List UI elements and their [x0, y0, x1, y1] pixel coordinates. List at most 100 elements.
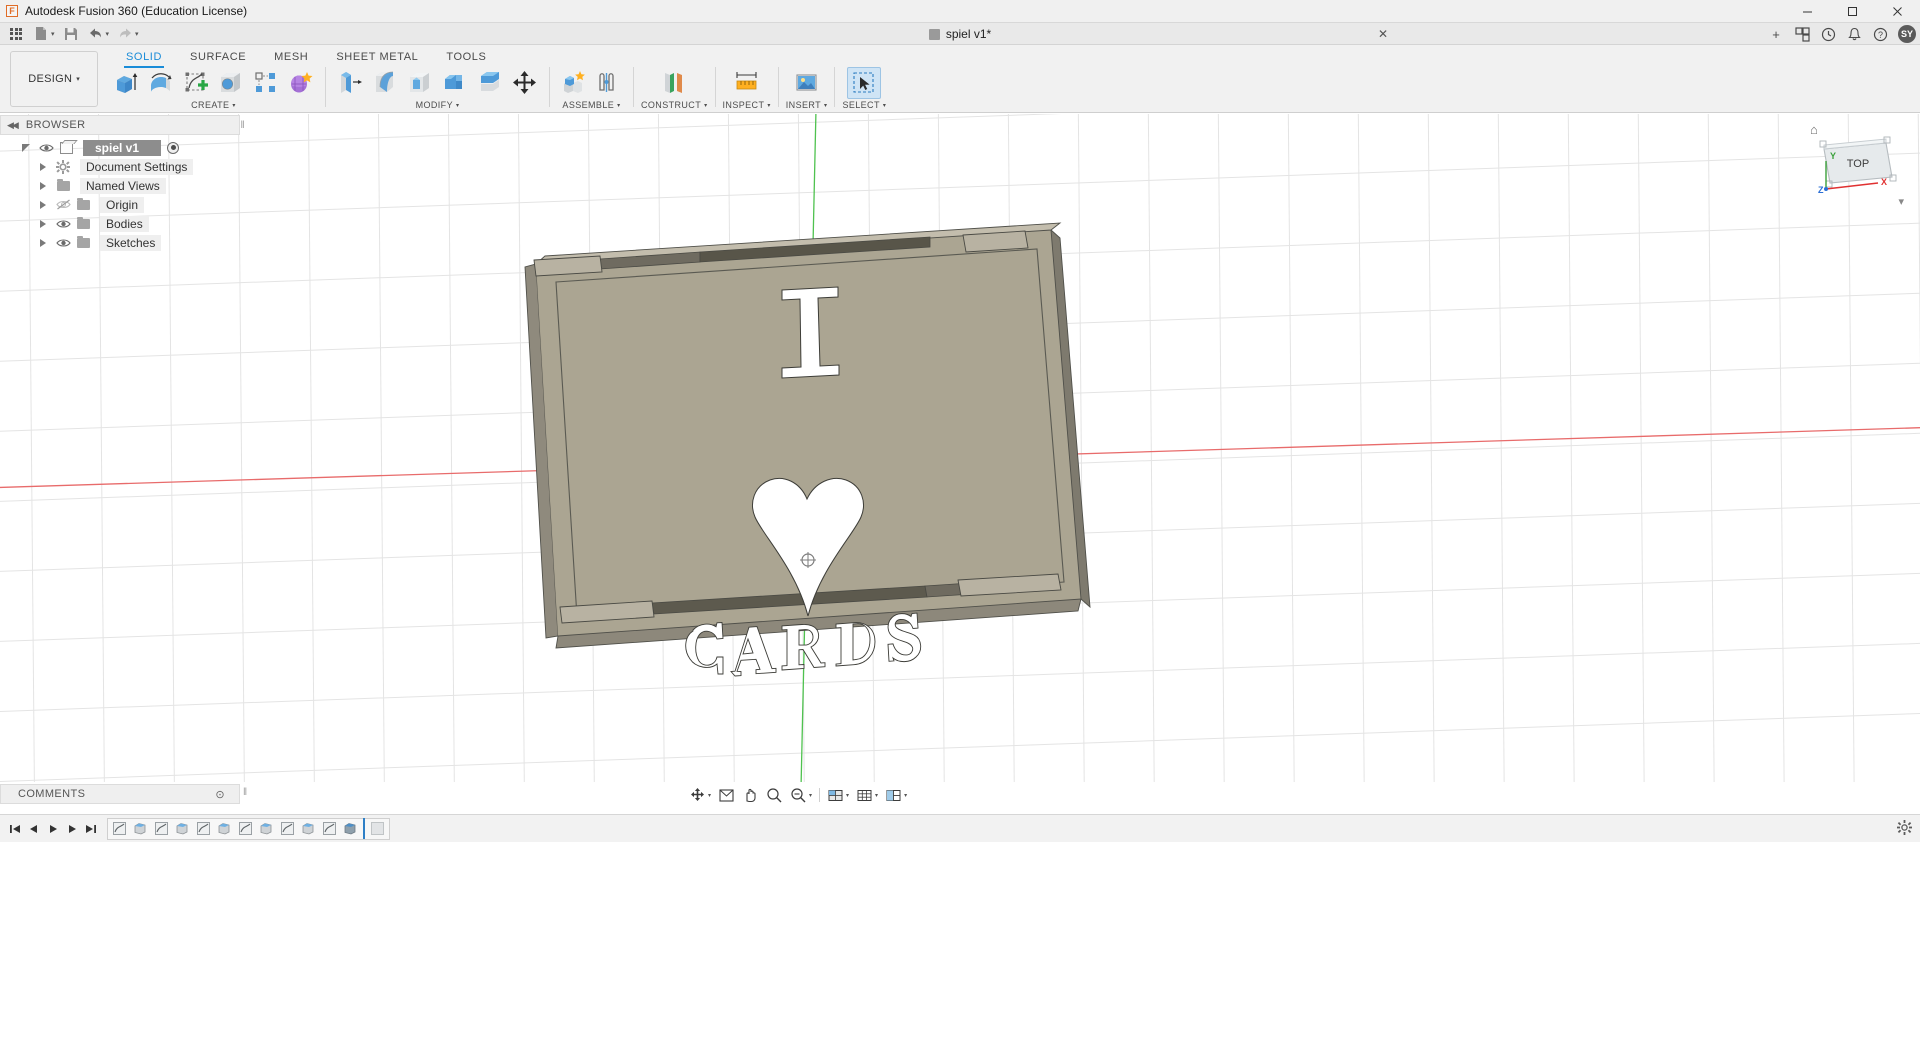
extensions-icon[interactable] — [1790, 24, 1814, 44]
timeline-feature-extrude-5[interactable] — [299, 819, 318, 838]
visibility-eye-off-icon[interactable] — [53, 199, 73, 210]
pan-button[interactable] — [739, 785, 762, 805]
tab-surface[interactable]: SURFACE — [176, 48, 260, 68]
timeline-feature-extrude-1[interactable] — [131, 819, 150, 838]
timeline-feature-track[interactable] — [107, 818, 390, 840]
timeline-play-button[interactable] — [44, 819, 61, 839]
timeline-feature-extrude-2[interactable] — [173, 819, 192, 838]
tree-item-bodies[interactable]: Bodies — [0, 214, 247, 233]
timeline-feature-extrude-4[interactable] — [257, 819, 276, 838]
maximize-button[interactable] — [1830, 0, 1875, 23]
tree-item-root-component[interactable]: spiel v1 — [0, 138, 247, 157]
timeline-feature-extrude-3[interactable] — [215, 819, 234, 838]
ribbon-group-create-label[interactable]: CREATE▾ — [191, 100, 236, 110]
browser-resize-grip[interactable]: ‖ — [240, 120, 245, 131]
new-component-icon[interactable] — [557, 67, 591, 99]
expand-triangle-icon[interactable] — [33, 239, 53, 247]
comments-toggle-icon[interactable]: ⊙ — [215, 788, 225, 801]
timeline-playhead-marker[interactable] — [363, 818, 365, 839]
timeline-feature-extrude-6[interactable] — [341, 819, 360, 838]
view-cube[interactable]: ⌂ TOP Y X Z ▾ — [1808, 119, 1908, 214]
tab-sheet-metal[interactable]: SHEET METAL — [322, 48, 432, 68]
browser-collapse-icon[interactable]: ◀◀ — [7, 120, 17, 131]
activate-component-radio[interactable] — [167, 142, 179, 154]
document-tab[interactable]: spiel v1* — [919, 25, 1001, 43]
move-copy-icon[interactable] — [508, 67, 542, 99]
ribbon-group-inspect-label[interactable]: INSPECT▾ — [723, 100, 771, 110]
timeline-go-to-start-button[interactable] — [6, 819, 23, 839]
expand-triangle-icon[interactable] — [33, 201, 53, 209]
tab-tools[interactable]: TOOLS — [432, 48, 500, 68]
job-status-clock-icon[interactable] — [1816, 24, 1840, 44]
timeline-settings-gear-icon[interactable] — [1897, 820, 1912, 838]
viewports-button[interactable]: ▾ — [882, 785, 910, 805]
minimize-button[interactable] — [1785, 0, 1830, 23]
app-grid-icon[interactable] — [5, 24, 27, 44]
press-pull-icon[interactable] — [333, 67, 367, 99]
visibility-eye-icon[interactable] — [53, 238, 73, 248]
create-sketch-icon[interactable] — [179, 67, 213, 99]
timeline-feature-sketch-6[interactable] — [320, 819, 339, 838]
workspace-switcher-button[interactable]: DESIGN ▾ — [10, 51, 98, 107]
create-form-icon[interactable] — [284, 67, 318, 99]
timeline-end-slot[interactable] — [368, 819, 387, 838]
document-tab-close-icon[interactable]: ✕ — [1378, 27, 1388, 41]
grid-snaps-button[interactable]: ▾ — [853, 785, 881, 805]
timeline-step-back-button[interactable] — [25, 819, 42, 839]
fillet-icon[interactable] — [368, 67, 402, 99]
timeline-feature-sketch-4[interactable] — [236, 819, 255, 838]
view-cube-menu-icon[interactable]: ▾ — [1898, 195, 1904, 208]
combine-icon[interactable] — [438, 67, 472, 99]
viewport-canvas[interactable]: ⌂ TOP Y X Z ▾ — [0, 114, 1920, 782]
notifications-bell-icon[interactable] — [1842, 24, 1866, 44]
tab-solid[interactable]: SOLID — [112, 48, 176, 68]
visibility-eye-icon[interactable] — [36, 143, 56, 153]
revolve-icon[interactable] — [144, 67, 178, 99]
timeline-go-to-end-button[interactable] — [82, 819, 99, 839]
comments-panel-header[interactable]: COMMENTS ⊙ — [0, 784, 240, 804]
timeline-feature-sketch-2[interactable] — [152, 819, 171, 838]
tree-item-origin[interactable]: Origin — [0, 195, 247, 214]
expand-triangle-icon[interactable] — [16, 144, 36, 152]
tab-mesh[interactable]: MESH — [260, 48, 322, 68]
help-icon[interactable]: ? — [1868, 24, 1892, 44]
rectangular-pattern-icon[interactable] — [249, 67, 283, 99]
extrude-icon[interactable] — [109, 67, 143, 99]
add-tab-button[interactable]: + — [1764, 24, 1788, 44]
split-body-icon[interactable] — [473, 67, 507, 99]
undo-caret-icon[interactable]: ▾ — [106, 30, 110, 38]
ribbon-group-construct-label[interactable]: CONSTRUCT▾ — [641, 100, 708, 110]
measure-icon[interactable] — [730, 67, 764, 99]
redo-caret-icon[interactable]: ▾ — [135, 30, 139, 38]
timeline-step-forward-button[interactable] — [63, 819, 80, 839]
select-tool-icon[interactable] — [847, 67, 881, 99]
ribbon-group-assemble-label[interactable]: ASSEMBLE▾ — [562, 100, 620, 110]
orbit-button[interactable]: ▾ — [686, 785, 714, 805]
save-icon[interactable] — [60, 24, 82, 44]
timeline-feature-sketch-3[interactable] — [194, 819, 213, 838]
expand-triangle-icon[interactable] — [33, 182, 53, 190]
joint-icon[interactable] — [592, 67, 626, 99]
close-button[interactable] — [1875, 0, 1920, 23]
ribbon-group-select-label[interactable]: SELECT▾ — [842, 100, 886, 110]
comments-resize-grip[interactable]: ‖ — [243, 787, 247, 798]
user-avatar[interactable]: SY — [1898, 25, 1916, 43]
look-at-button[interactable] — [715, 785, 738, 805]
tree-item-sketches[interactable]: Sketches — [0, 233, 247, 252]
visibility-eye-icon[interactable] — [53, 219, 73, 229]
display-settings-button[interactable]: ▾ — [824, 785, 852, 805]
expand-triangle-icon[interactable] — [33, 163, 53, 171]
timeline-feature-sketch-5[interactable] — [278, 819, 297, 838]
new-document-icon[interactable] — [30, 24, 52, 44]
tree-item-document-settings[interactable]: Document Settings — [0, 157, 247, 176]
timeline-feature-sketch-1[interactable] — [110, 819, 129, 838]
hole-icon[interactable] — [214, 67, 248, 99]
insert-mcmaster-icon[interactable] — [790, 67, 824, 99]
tree-item-named-views[interactable]: Named Views — [0, 176, 247, 195]
shell-icon[interactable] — [403, 67, 437, 99]
redo-icon[interactable] — [114, 24, 136, 44]
offset-plane-icon[interactable] — [657, 67, 691, 99]
undo-icon[interactable] — [85, 24, 107, 44]
ribbon-group-modify-label[interactable]: MODIFY▾ — [416, 100, 460, 110]
expand-triangle-icon[interactable] — [33, 220, 53, 228]
